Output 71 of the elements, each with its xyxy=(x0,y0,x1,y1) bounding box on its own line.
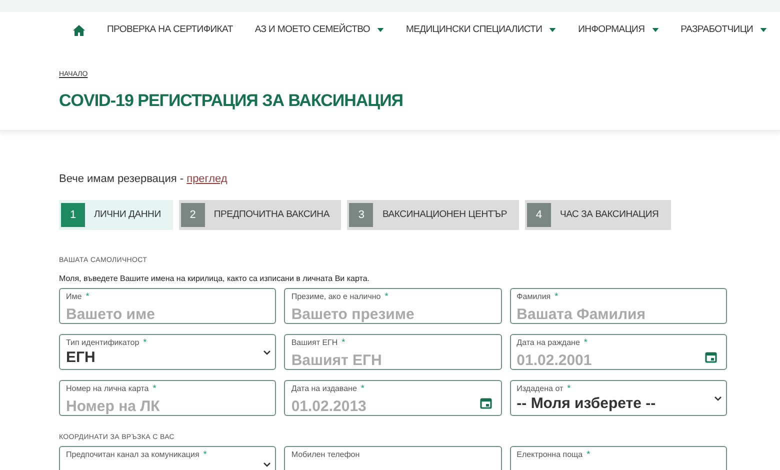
step-tab[interactable]: 2 ПРЕДПОЧИТНА ВАКСИНА xyxy=(178,200,342,230)
field-label: Предпочитан канал за комуникация xyxy=(66,449,200,461)
field-label: Име xyxy=(66,290,82,302)
input-field[interactable]: Дата на раждане * 01.02.2001 xyxy=(510,334,727,370)
input-field[interactable]: Презиме, ако е налично * Вашето презиме xyxy=(284,288,502,324)
required-mark: * xyxy=(152,382,156,392)
field-label: Издадена от xyxy=(516,382,564,394)
nav-link[interactable]: ИНФОРМАЦИЯ xyxy=(578,22,645,38)
required-mark: * xyxy=(567,382,571,392)
required-mark: * xyxy=(584,336,588,346)
field-label: Вашият ЕГН xyxy=(291,336,338,348)
input-field[interactable]: Фамилия * Вашата Фамилия xyxy=(510,288,727,324)
nav-link[interactable]: ПРОВЕРКА НА СЕРТИФИКАТ xyxy=(107,22,233,38)
input-field[interactable]: Мобилен телефон xyxy=(284,446,502,470)
field-label: Фамилия xyxy=(516,290,551,302)
reservation-text: Вече имам резервация - преглед xyxy=(59,172,228,186)
chevron-down-icon xyxy=(263,350,272,354)
input-field[interactable]: Име * Вашето име xyxy=(59,288,276,324)
step-label: ЛИЧНИ ДАННИ xyxy=(94,208,161,222)
field-label: Дата на раждане xyxy=(516,336,580,348)
calendar-icon xyxy=(480,396,492,408)
select-field[interactable]: Издадена от * -- Моля изберете -- xyxy=(510,380,727,416)
required-mark: * xyxy=(203,449,207,459)
input-field[interactable]: Вашият ЕГН * Вашият ЕГН xyxy=(284,334,502,370)
field-label: Тип идентификатор xyxy=(66,336,140,348)
select-field[interactable]: Предпочитан канал за комуникация * xyxy=(59,446,276,470)
text-input[interactable]: 01.02.2001 xyxy=(516,352,690,368)
select-field[interactable]: Тип идентификатор * ЕГН xyxy=(59,334,276,370)
required-mark: * xyxy=(384,290,388,300)
text-input[interactable]: Вашето име xyxy=(66,306,239,322)
required-mark: * xyxy=(86,290,90,300)
calendar-icon xyxy=(704,350,717,362)
required-mark: * xyxy=(554,290,558,300)
chevron-down-icon xyxy=(714,396,722,400)
page-title: COVID-19 РЕГИСТРАЦИЯ ЗА ВАКСИНАЦИЯ xyxy=(59,90,404,112)
field-label: Дата на издаване xyxy=(291,382,357,394)
step-label: ПРЕДПОЧИТНА ВАКСИНА xyxy=(214,208,330,222)
step-number: 3 xyxy=(349,203,374,227)
input-field[interactable]: Дата на издаване * 01.02.2013 xyxy=(284,380,502,416)
select-value: -- Моля изберете -- xyxy=(516,394,656,412)
step-number: 1 xyxy=(61,203,85,227)
required-mark: * xyxy=(360,382,364,392)
select-value: ЕГН xyxy=(66,348,96,366)
text-input[interactable]: 01.02.2013 xyxy=(291,398,464,414)
step-number: 2 xyxy=(180,203,205,227)
text-input[interactable]: Вашият ЕГН xyxy=(291,352,464,368)
input-field[interactable]: Електронна поща * xyxy=(510,446,727,470)
step-tab[interactable]: 3 ВАКСИНАЦИОНЕН ЦЕНТЪР xyxy=(347,200,519,230)
chevron-down-icon xyxy=(263,462,272,467)
step-tab[interactable]: 4 ЧАС ЗА ВАКСИНАЦИЯ xyxy=(524,200,671,230)
nav-link[interactable]: РАЗРАБОТЧИЦИ xyxy=(680,22,754,38)
text-input[interactable]: Вашата Фамилия xyxy=(516,306,690,322)
text-input[interactable]: Вашето презиме xyxy=(291,306,464,322)
nav-link[interactable]: АЗ И МОЕТО СЕМЕЙСТВО xyxy=(254,22,370,38)
input-field[interactable]: Номер на лична карта * Номер на ЛК xyxy=(59,380,276,416)
step-label: ВАКСИНАЦИОНЕН ЦЕНТЪР xyxy=(382,208,507,222)
required-mark: * xyxy=(586,449,590,459)
required-mark: * xyxy=(143,336,147,346)
instruction-text: Моля, въведете Вашите имена на кирилица, както са изписани в личната Ви карта. xyxy=(59,272,371,284)
nav-link[interactable]: МЕДИЦИНСКИ СПЕЦИАЛИСТИ xyxy=(406,22,542,38)
field-label: Мобилен телефон xyxy=(291,449,360,461)
step-number: 4 xyxy=(526,203,551,227)
review-link[interactable]: преглед xyxy=(186,172,228,184)
field-label: Номер на лична карта xyxy=(66,382,149,394)
field-label: Презиме, ако е налично xyxy=(291,290,381,302)
step-tab[interactable]: 1 ЛИЧНИ ДАННИ xyxy=(59,200,173,230)
step-label: ЧАС ЗА ВАКСИНАЦИЯ xyxy=(560,208,659,222)
required-mark: * xyxy=(342,336,346,346)
home-icon[interactable] xyxy=(73,24,85,36)
field-label: Електронна поща xyxy=(516,449,583,461)
text-input[interactable]: Номер на ЛК xyxy=(66,398,239,414)
